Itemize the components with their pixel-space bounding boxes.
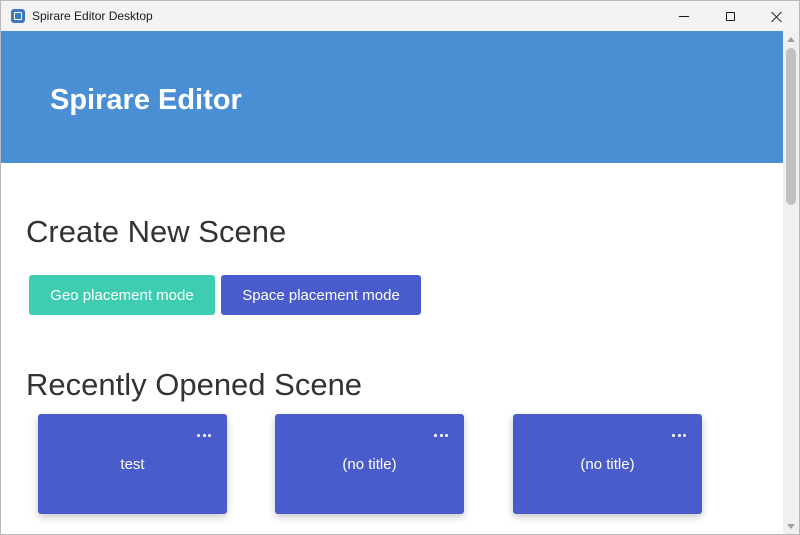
geo-placement-mode-button[interactable]: Geo placement mode [29, 275, 215, 315]
scene-card[interactable]: (no title) [513, 414, 702, 514]
scene-card-title: (no title) [580, 456, 635, 473]
minimize-icon [679, 15, 689, 17]
recent-scenes-heading: Recently Opened Scene [26, 367, 363, 402]
scene-card[interactable]: (no title) [275, 414, 464, 514]
maximize-icon [725, 11, 735, 21]
scene-card-title: test [120, 456, 145, 473]
space-placement-mode-button[interactable]: Space placement mode [221, 275, 421, 315]
title-bar[interactable]: Spirare Editor Desktop [1, 1, 799, 31]
more-icon[interactable] [672, 434, 686, 438]
page-content: Spirare Editor Create New Scene Geo plac… [1, 31, 799, 534]
scroll-down-arrow-icon[interactable] [787, 524, 795, 529]
app-header: Spirare Editor [1, 31, 783, 163]
more-icon[interactable] [434, 434, 448, 438]
scene-card[interactable]: test [38, 414, 227, 514]
close-button[interactable] [753, 1, 799, 31]
window-controls [661, 1, 799, 31]
more-icon[interactable] [197, 434, 211, 438]
vertical-scrollbar[interactable] [783, 31, 799, 534]
app-title: Spirare Editor [50, 84, 242, 116]
app-window: Spirare Editor Desktop Spirare Editor Cr… [0, 0, 800, 535]
maximize-button[interactable] [707, 1, 753, 31]
minimize-button[interactable] [661, 1, 707, 31]
close-icon [771, 11, 782, 22]
window-title: Spirare Editor Desktop [32, 9, 153, 23]
scene-card-title: (no title) [342, 456, 397, 473]
app-icon [11, 9, 25, 23]
scroll-up-arrow-icon[interactable] [787, 37, 795, 42]
scrollbar-thumb[interactable] [786, 48, 796, 205]
create-scene-heading: Create New Scene [26, 214, 287, 249]
